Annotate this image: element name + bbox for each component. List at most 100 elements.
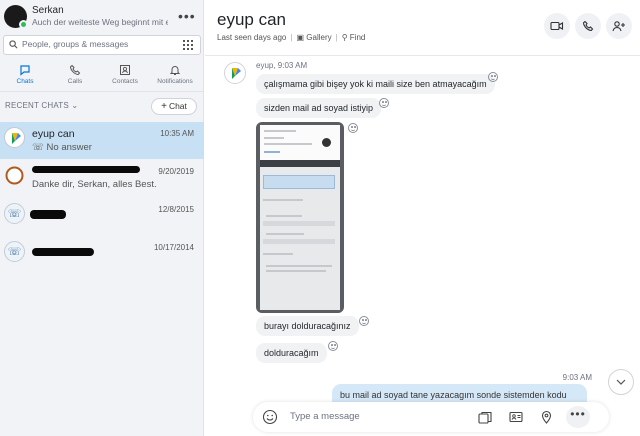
profile-header[interactable]: Serkan Auch der weiteste Weg beginnt mit…	[0, 0, 204, 34]
message-composer: •••	[253, 402, 609, 432]
chat-list-item[interactable]: eyup can 10:35 AM ☏ No answer	[0, 122, 204, 159]
online-status-icon	[19, 20, 28, 29]
reaction-icon[interactable]	[359, 316, 369, 326]
tab-label: Notifications	[157, 78, 193, 85]
separator: |	[335, 33, 338, 42]
header-divider	[205, 55, 640, 56]
media-icon	[478, 411, 492, 424]
find-label: Find	[349, 33, 366, 42]
redacted-name	[32, 166, 140, 173]
preview-header	[260, 125, 340, 160]
outgoing-time: 9:03 AM	[562, 373, 592, 382]
preview-line	[264, 151, 280, 153]
ring-avatar-icon	[4, 165, 25, 186]
new-chat-label: Chat	[168, 101, 187, 111]
profile-mood: Auch der weiteste Weg beginnt mit ei...	[32, 17, 168, 27]
preview-field	[263, 239, 335, 244]
phone-icon	[582, 20, 594, 32]
find-link[interactable]: ⚲ Find	[342, 33, 366, 42]
chat-time: 9/20/2019	[158, 167, 194, 176]
recent-chats-label: RECENT CHATS	[5, 101, 69, 110]
nav-tabs: Chats Calls Contacts Notifications	[0, 60, 204, 92]
search-icon: ⚲	[341, 33, 348, 42]
new-chat-button[interactable]: + Chat	[151, 98, 197, 115]
missed-call-icon: ☏	[32, 142, 44, 153]
reaction-icon[interactable]	[379, 98, 389, 108]
tab-chats[interactable]: Chats	[0, 60, 50, 92]
preview-line	[264, 143, 312, 145]
reaction-icon[interactable]	[348, 123, 358, 133]
phone-avatar-icon: ☏	[4, 241, 25, 262]
tab-label: Contacts	[112, 78, 138, 85]
separator: |	[290, 33, 293, 42]
redacted-name	[32, 248, 94, 256]
redacted-name	[30, 210, 66, 219]
chat-list-item[interactable]: ☏ 10/17/2014	[0, 236, 204, 273]
google-logo-icon	[224, 62, 246, 84]
video-icon	[550, 21, 564, 31]
emoji-icon[interactable]	[262, 409, 278, 425]
preview-line	[266, 215, 302, 217]
preview-line	[266, 233, 304, 235]
message-input[interactable]	[290, 411, 440, 422]
profile-name: Serkan	[32, 5, 64, 16]
conversation-title: eyup can	[217, 10, 286, 29]
gallery-link[interactable]: ▣ Gallery	[296, 33, 331, 42]
message-bubble: burayı dolduracağınız	[256, 316, 359, 336]
tab-notifications[interactable]: Notifications	[150, 60, 200, 92]
location-button[interactable]	[536, 407, 556, 427]
message-meta: eyup, 9:03 AM	[256, 61, 308, 70]
contacts-icon	[120, 65, 130, 75]
profile-more-button[interactable]: •••	[178, 8, 196, 24]
google-logo-icon	[4, 127, 25, 148]
scroll-down-button[interactable]	[608, 369, 634, 395]
chat-time: 10/17/2014	[153, 243, 194, 252]
outgoing-message-bubble: bu mail ad soyad tane yazacagım sonde si…	[332, 384, 587, 404]
message-bubble: çalışmama gibi bişey yok ki maili size b…	[256, 74, 495, 94]
preview-line	[263, 253, 293, 255]
chat-preview-text: No answer	[46, 142, 92, 153]
contact-card-icon	[509, 411, 523, 423]
image-attachment[interactable]	[256, 122, 344, 313]
chat-time: 10:35 AM	[160, 129, 194, 138]
dialpad-icon[interactable]	[182, 39, 194, 51]
more-options-button[interactable]: •••	[566, 406, 590, 428]
media-button[interactable]	[475, 407, 495, 427]
chevron-down-icon: ⌄	[71, 101, 79, 110]
gallery-label: Gallery	[306, 33, 332, 42]
bell-icon	[169, 66, 181, 75]
plus-icon: +	[161, 101, 167, 112]
sidebar: Serkan Auch der weiteste Weg beginnt mit…	[0, 0, 204, 436]
tab-label: Calls	[67, 78, 83, 85]
preview-line	[263, 199, 303, 201]
search-box	[3, 35, 201, 55]
chevron-down-icon	[616, 379, 626, 385]
recent-chats-header[interactable]: RECENT CHATS ⌄	[5, 101, 78, 110]
phone-avatar-icon: ☏	[4, 203, 25, 224]
add-person-icon	[612, 21, 625, 32]
conversation-subtitle: Last seen days ago | ▣ Gallery | ⚲ Find	[217, 33, 365, 42]
last-seen: Last seen days ago	[217, 33, 287, 42]
chat-icon	[20, 65, 30, 76]
add-people-button[interactable]	[606, 13, 632, 39]
reaction-icon[interactable]	[328, 341, 338, 351]
chat-list-item[interactable]: ☏ 12/8/2015	[0, 198, 204, 235]
chat-preview: Danke dir, Serkan, alles Best...	[32, 179, 156, 190]
preview-line	[264, 137, 284, 139]
reaction-icon[interactable]	[488, 72, 498, 82]
preview-bar	[260, 160, 340, 167]
search-input[interactable]	[22, 39, 172, 49]
location-pin-icon	[541, 410, 551, 424]
gallery-icon: ▣	[296, 33, 305, 42]
preview-box	[263, 175, 335, 189]
tab-contacts[interactable]: Contacts	[100, 60, 150, 92]
attachment-preview	[260, 125, 340, 310]
video-call-button[interactable]	[544, 13, 570, 39]
message-bubble: dolduracağım	[256, 343, 327, 363]
preview-field	[263, 221, 335, 226]
preview-avatar	[322, 138, 331, 147]
contact-card-button[interactable]	[506, 407, 526, 427]
chat-list-item[interactable]: 9/20/2019 Danke dir, Serkan, alles Best.…	[0, 160, 204, 197]
tab-calls[interactable]: Calls	[50, 60, 100, 92]
audio-call-button[interactable]	[575, 13, 601, 39]
